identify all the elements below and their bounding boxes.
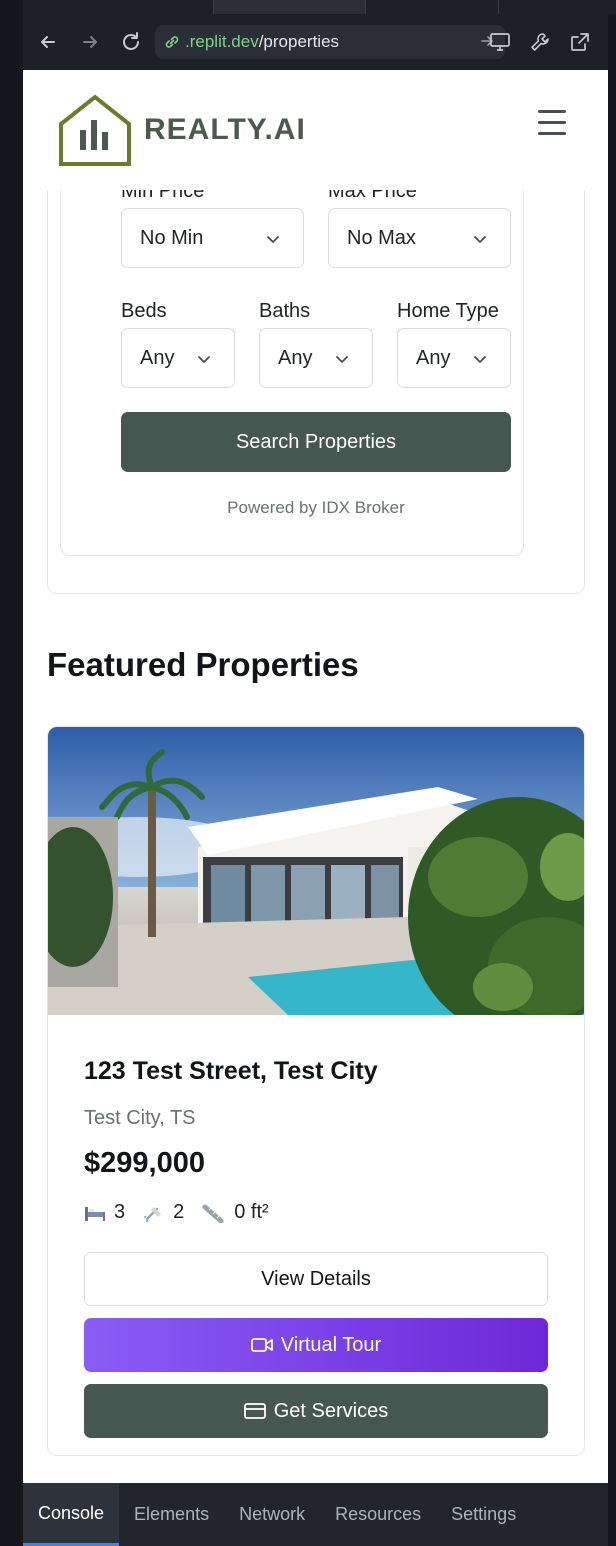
get-services-button[interactable]: Get Services: [84, 1384, 548, 1438]
right-rail: [608, 0, 616, 1546]
wrench-icon: [531, 33, 549, 51]
min-price-value: No Min: [140, 226, 204, 249]
home-type-select[interactable]: Any: [397, 328, 511, 388]
beds-select[interactable]: Any: [121, 328, 235, 388]
get-services-label: Get Services: [273, 1399, 389, 1422]
baths-count: 2: [173, 1201, 185, 1223]
arrow-left-icon: [41, 36, 55, 48]
address-bar[interactable]: .replit.dev/properties: [155, 25, 505, 59]
home-type-value: Any: [416, 346, 451, 369]
bed-icon: [85, 1206, 105, 1221]
chevron-down-icon: [267, 236, 279, 243]
monitor-icon: [490, 33, 510, 51]
beds-value: Any: [140, 346, 175, 369]
baths-select[interactable]: Any: [259, 328, 373, 388]
beds-count: 3: [114, 1201, 126, 1223]
url-domain: .replit.dev: [185, 32, 259, 51]
beds-stat: 3: [84, 1201, 125, 1224]
tab-network[interactable]: Network: [224, 1483, 320, 1546]
powered-by-text: Powered by IDX Broker: [227, 498, 405, 517]
property-price: $299,000: [84, 1147, 205, 1179]
device-preview-button[interactable]: [482, 25, 518, 59]
baths-stat: 2: [143, 1201, 184, 1224]
property-photo[interactable]: [48, 727, 584, 1015]
reload-button[interactable]: [114, 25, 148, 59]
browser-toolbar: .replit.dev/properties: [23, 14, 608, 70]
search-properties-button[interactable]: Search Properties: [121, 412, 511, 472]
link-icon: [165, 36, 179, 48]
property-address[interactable]: 123 Test Street, Test City: [84, 1057, 378, 1086]
featured-properties-heading: Featured Properties: [47, 646, 359, 683]
view-details-label: View Details: [261, 1267, 371, 1290]
chevron-down-icon: [474, 236, 486, 243]
tab-elements[interactable]: Elements: [119, 1483, 224, 1546]
logo-text: REALTY.AI: [144, 113, 306, 146]
url-path: /properties: [258, 32, 340, 51]
max-price-select[interactable]: No Max: [328, 208, 511, 268]
browser-tab[interactable]: [365, 0, 498, 14]
view-details-button[interactable]: View Details: [84, 1252, 548, 1306]
menu-button[interactable]: [538, 110, 572, 142]
logo[interactable]: REALTY.AI: [58, 94, 306, 166]
ruler-icon: [202, 1204, 224, 1223]
page-viewport: Min Price Max Price No Min No Max Beds B…: [23, 70, 608, 1483]
baths-value: Any: [278, 346, 313, 369]
video-camera-icon: [250, 1338, 273, 1352]
reload-icon: [123, 32, 139, 50]
site-header: ​ REALTY.AI: [23, 70, 608, 190]
virtual-tour-button[interactable]: Virtual Tour: [84, 1318, 548, 1372]
area-value: 0 ft²: [234, 1201, 269, 1223]
shower-icon: [144, 1206, 162, 1222]
chevron-down-icon: [336, 356, 348, 363]
devtools-button[interactable]: [522, 25, 558, 59]
virtual-tour-label: Virtual Tour: [280, 1333, 382, 1356]
tab-settings[interactable]: Settings: [436, 1483, 531, 1546]
property-stats: 3 2 0 ft²: [84, 1201, 287, 1224]
open-external-button[interactable]: [562, 25, 598, 59]
property-location: Test City, TS: [84, 1107, 196, 1129]
property-card: 123 Test Street, Test City Test City, TS…: [47, 726, 585, 1456]
min-price-select[interactable]: No Min: [121, 208, 304, 268]
arrow-right-icon: [83, 36, 97, 48]
max-price-value: No Max: [347, 226, 416, 249]
home-type-label: Home Type: [397, 300, 499, 322]
house-chart-icon: [59, 94, 131, 166]
browser-tab-strip: [23, 0, 616, 14]
beds-label: Beds: [121, 300, 167, 322]
area-stat: 0 ft²: [202, 1201, 269, 1224]
back-button[interactable]: [31, 25, 65, 59]
browser-window: .replit.dev/properties Min Price Max Pri…: [0, 0, 616, 1546]
tab-console[interactable]: Console: [23, 1483, 120, 1546]
tab-resources[interactable]: Resources: [320, 1483, 436, 1546]
baths-label: Baths: [259, 300, 311, 322]
browser-tab[interactable]: [498, 0, 616, 14]
chevron-down-icon: [198, 356, 210, 363]
external-link-icon: [571, 33, 589, 51]
chevron-down-icon: [474, 356, 486, 363]
credit-card-icon: [243, 1403, 266, 1419]
left-rail: [0, 0, 23, 1546]
devtools-tabbar: Console Elements Network Resources Setti…: [23, 1483, 608, 1546]
browser-tab-active[interactable]: [213, 0, 365, 14]
forward-button[interactable]: [73, 25, 107, 59]
